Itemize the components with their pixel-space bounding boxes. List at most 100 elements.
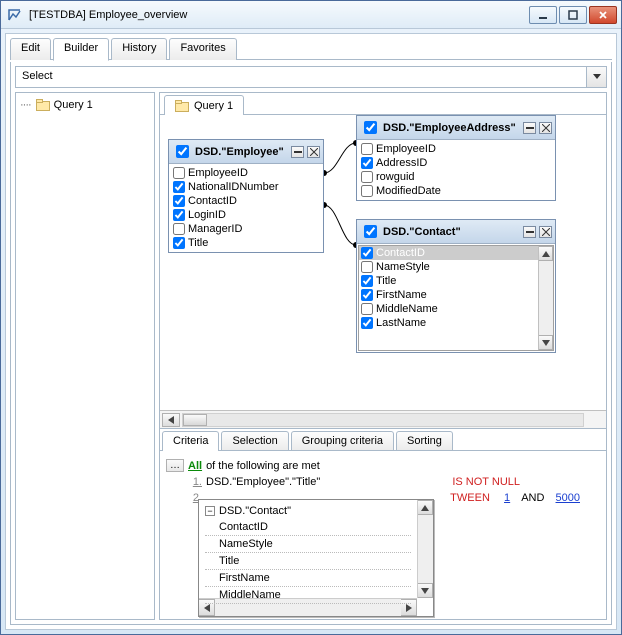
main-tab-builder[interactable]: Builder [53, 38, 109, 61]
field-row[interactable]: FirstName [359, 288, 538, 302]
table-close-button[interactable] [539, 226, 552, 238]
table-close-button[interactable] [307, 146, 320, 158]
table-min-button[interactable] [291, 146, 304, 158]
field-checkbox[interactable] [361, 317, 373, 329]
field-row[interactable]: NationalIDNumber [171, 180, 321, 194]
main-tab-history[interactable]: History [111, 38, 167, 60]
scroll-down-icon[interactable] [418, 583, 433, 598]
bottom-tab-sorting[interactable]: Sorting [396, 431, 453, 450]
field-row[interactable]: Title [171, 236, 321, 250]
popup-v-scrollbar[interactable] [417, 500, 433, 598]
table-v-scrollbar[interactable] [538, 246, 553, 350]
criteria-header-text: of the following are met [206, 460, 320, 472]
field-checkbox[interactable] [361, 185, 373, 197]
criteria-row-1[interactable]: 1. DSD."Employee"."Title" IS NOT NULL [166, 474, 600, 490]
diagram-area[interactable]: DSD."Employee"EmployeeIDNationalIDNumber… [160, 115, 606, 428]
inner-tab-query[interactable]: Query 1 [164, 95, 244, 115]
field-picker-popup[interactable]: −DSD."Contact"ContactIDNameStyleTitleFir… [198, 499, 434, 617]
select-type-dropdown[interactable]: Select [15, 66, 607, 88]
table-window-contact[interactable]: DSD."Contact" ContactIDNameStyleTitleFirs… [356, 219, 556, 353]
field-row[interactable]: AddressID [359, 156, 553, 170]
field-row[interactable]: Title [359, 274, 538, 288]
field-checkbox[interactable] [173, 167, 185, 179]
bottom-tab-criteria[interactable]: Criteria [162, 431, 219, 451]
field-name: NameStyle [376, 261, 430, 273]
field-name: rowguid [376, 171, 415, 183]
field-row[interactable]: rowguid [359, 170, 553, 184]
scroll-down-icon[interactable] [539, 335, 553, 350]
popup-root-item[interactable]: −DSD."Contact" [205, 503, 411, 519]
table-include-checkbox[interactable] [364, 121, 377, 134]
field-row[interactable]: EmployeeID [359, 142, 553, 156]
table-title-bar[interactable]: DSD."Contact" [357, 220, 555, 244]
field-checkbox[interactable] [361, 143, 373, 155]
table-title-bar[interactable]: DSD."Employee" [169, 140, 323, 164]
scroll-left-icon[interactable] [162, 413, 180, 427]
field-checkbox[interactable] [361, 303, 373, 315]
bottom-tab-selection[interactable]: Selection [221, 431, 288, 450]
query-tree-panel[interactable]: ···· Query 1 [15, 92, 155, 620]
field-name: EmployeeID [188, 167, 248, 179]
table-window-employee[interactable]: DSD."Employee"EmployeeIDNationalIDNumber… [168, 139, 324, 253]
field-checkbox[interactable] [361, 289, 373, 301]
criteria-section: CriteriaSelectionGrouping criteriaSortin… [160, 428, 606, 619]
table-body: EmployeeIDNationalIDNumberContactIDLogin… [169, 164, 323, 252]
popup-item[interactable]: Title [205, 553, 411, 570]
field-checkbox[interactable] [361, 247, 373, 259]
popup-item[interactable]: FirstName [205, 570, 411, 587]
dropdown-arrow-icon[interactable] [586, 67, 606, 87]
main-tab-edit[interactable]: Edit [10, 38, 51, 60]
popup-item[interactable]: MiddleName [205, 587, 411, 604]
criteria-all-link[interactable]: All [188, 460, 202, 472]
field-row[interactable]: ContactID [171, 194, 321, 208]
ellipsis-button[interactable]: … [166, 459, 184, 472]
bottom-tab-grouping-criteria[interactable]: Grouping criteria [291, 431, 394, 450]
collapse-icon[interactable]: − [205, 506, 215, 516]
field-row[interactable]: ModifiedDate [359, 184, 553, 198]
title-bar[interactable]: [TESTDBA] Employee_overview [1, 1, 621, 29]
table-window-employeeaddress[interactable]: DSD."EmployeeAddress" EmployeeIDAddressID… [356, 115, 556, 201]
field-checkbox[interactable] [361, 171, 373, 183]
field-checkbox[interactable] [361, 261, 373, 273]
table-title-bar[interactable]: DSD."EmployeeAddress" [357, 116, 555, 140]
field-checkbox[interactable] [173, 195, 185, 207]
field-row[interactable]: LastName [359, 316, 538, 330]
maximize-button[interactable] [559, 6, 587, 24]
field-row[interactable]: MiddleName [359, 302, 538, 316]
criteria-operator[interactable]: IS NOT NULL [452, 476, 520, 488]
popup-item[interactable]: ContactID [205, 519, 411, 536]
field-checkbox[interactable] [361, 157, 373, 169]
field-checkbox[interactable] [361, 275, 373, 287]
field-checkbox[interactable] [173, 223, 185, 235]
diagram-h-scrollbar[interactable] [160, 410, 606, 428]
field-row[interactable]: ManagerID [171, 222, 321, 236]
field-row[interactable]: NameStyle [359, 260, 538, 274]
table-include-checkbox[interactable] [176, 145, 189, 158]
field-checkbox[interactable] [173, 209, 185, 221]
select-type-text: Select [16, 67, 586, 87]
criteria-body[interactable]: … All of the following are met 1. DSD."E… [160, 451, 606, 619]
criteria-value-1[interactable]: 1 [504, 492, 510, 504]
popup-item[interactable]: NameStyle [205, 536, 411, 553]
app-icon [7, 7, 23, 23]
minimize-button[interactable] [529, 6, 557, 24]
criteria-field[interactable]: DSD."Employee"."Title" [206, 476, 320, 488]
field-row[interactable]: LoginID [171, 208, 321, 222]
field-checkbox[interactable] [173, 237, 185, 249]
table-min-button[interactable] [523, 226, 536, 238]
field-row[interactable]: ContactID [359, 246, 538, 260]
main-tab-favorites[interactable]: Favorites [169, 38, 236, 60]
scroll-track[interactable] [182, 413, 584, 427]
scroll-up-icon[interactable] [539, 246, 553, 261]
tree-item-query[interactable]: ···· Query 1 [18, 97, 152, 113]
criteria-value-2[interactable]: 5000 [556, 492, 580, 504]
close-button[interactable] [589, 6, 617, 24]
table-min-button[interactable] [523, 122, 536, 134]
scroll-up-icon[interactable] [418, 500, 433, 515]
field-checkbox[interactable] [173, 181, 185, 193]
field-row[interactable]: EmployeeID [171, 166, 321, 180]
criteria-operator[interactable]: TWEEN [450, 492, 490, 504]
table-close-button[interactable] [539, 122, 552, 134]
scroll-thumb[interactable] [183, 414, 207, 426]
table-include-checkbox[interactable] [364, 225, 377, 238]
